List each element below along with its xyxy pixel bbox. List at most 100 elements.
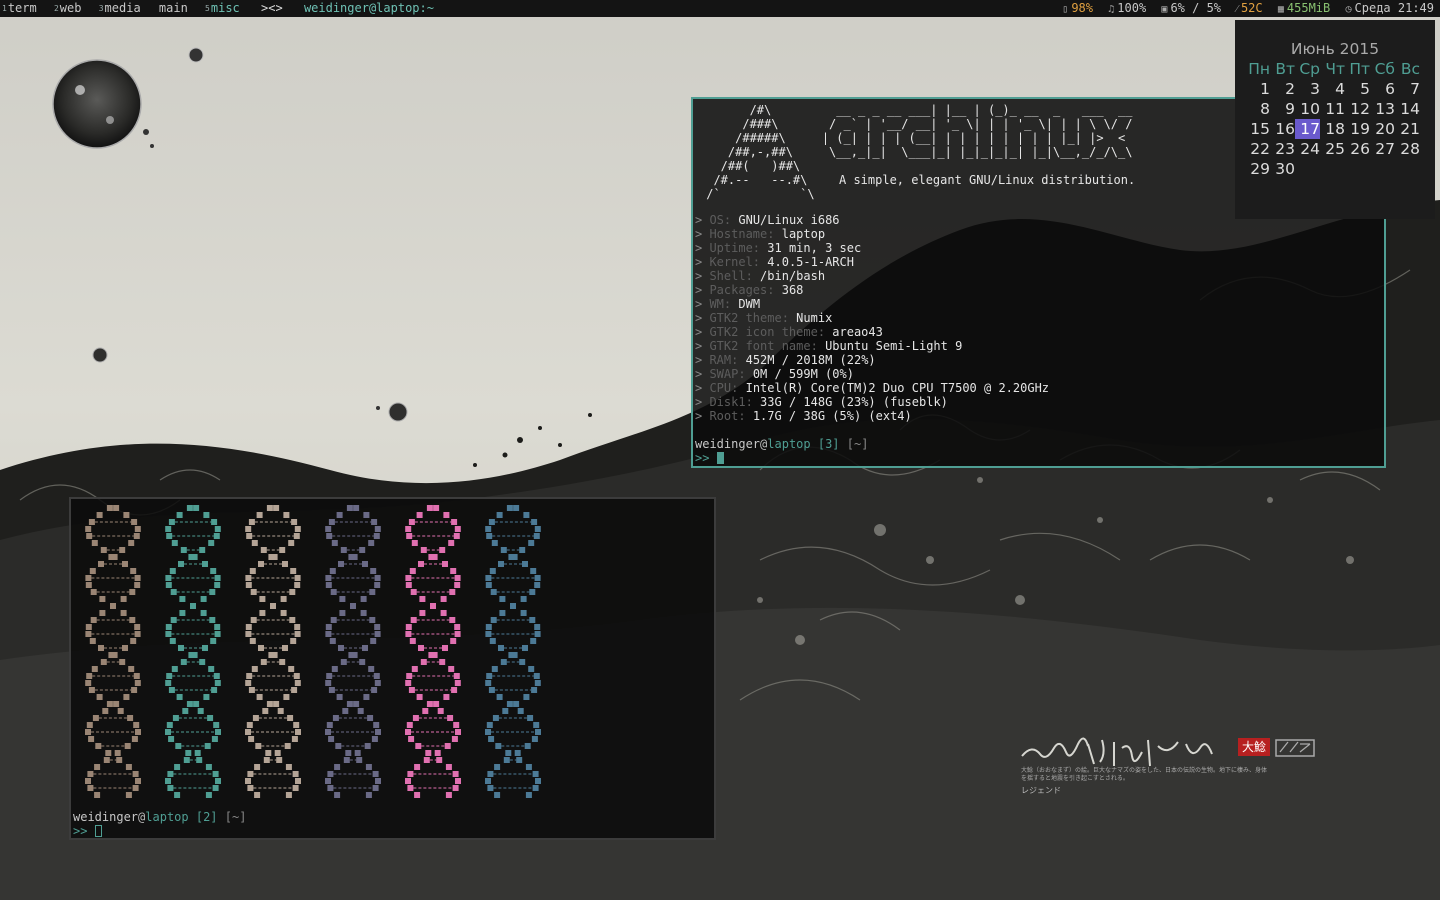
helix-strand-block — [451, 687, 458, 693]
helix-strand-block — [122, 561, 128, 567]
helix-strand-block — [119, 659, 126, 665]
command-input-line[interactable]: >> — [73, 824, 102, 838]
calendar-day: 8 — [1260, 100, 1270, 118]
helix-strand-block — [502, 708, 509, 714]
helix-strand-block — [203, 512, 210, 518]
helix-strand-block — [530, 638, 537, 644]
helix-strand-block — [499, 596, 506, 602]
clock-status[interactable]: ◷ Среда 21:49 — [1345, 1, 1434, 15]
helix-strand-block — [534, 631, 541, 637]
info-key: RAM: — [709, 353, 739, 367]
calendar-day: 5 — [1360, 80, 1370, 98]
stamp-text: 大鯰 — [1242, 739, 1266, 754]
calendar-day: 26 — [1350, 140, 1370, 158]
helix-strand-block — [336, 694, 343, 700]
helix-strand-block — [491, 540, 498, 546]
helix-strand-block — [374, 575, 381, 581]
calendar-day: 29 — [1250, 160, 1270, 178]
helix-strand-block — [357, 708, 364, 714]
helix-strand-block — [353, 701, 360, 707]
helix-strand-block — [334, 764, 341, 770]
helix-strand-block — [135, 778, 141, 784]
helix-strand-block — [124, 743, 131, 749]
helix-strand-block — [134, 631, 141, 637]
calendar-day: 22 — [1250, 140, 1270, 158]
helix-strand-block — [488, 736, 495, 742]
helix-strand-block — [249, 638, 256, 644]
calendar-weekday: Чт — [1325, 60, 1345, 78]
helix-strand-block — [213, 533, 220, 539]
helix-strand-block — [326, 533, 333, 539]
helix-strand-block — [271, 554, 278, 560]
tag-misc[interactable]: 5misc — [205, 1, 240, 15]
helix-strand-block — [215, 729, 221, 735]
helix-strand-block — [179, 596, 186, 602]
helix-strand-block — [175, 743, 182, 749]
terminal-helix[interactable]: weidinger@laptop [2] [~] >> — [69, 497, 716, 840]
helix-strand-block — [351, 554, 358, 560]
helix-strand-block — [134, 624, 141, 630]
helix-strand-block — [534, 575, 541, 581]
helix-strand-block — [522, 645, 528, 651]
tag-main[interactable]: main — [158, 1, 188, 15]
info-value: 452M / 2018M (22%) — [745, 353, 876, 367]
helix-strand-block — [332, 715, 339, 721]
calendar-weekday: Ср — [1299, 60, 1320, 78]
helix-strand-block — [328, 519, 335, 525]
helix-strand-block — [248, 519, 255, 525]
helix-strand-block — [165, 729, 171, 735]
system-info-row: > Hostname: laptop — [695, 227, 1049, 241]
helix-strand-block — [405, 729, 411, 735]
helix-strand-block — [345, 750, 352, 756]
command-input-line[interactable]: >> — [695, 451, 724, 465]
tag-term[interactable]: 1term — [2, 1, 37, 15]
helix-strand-block — [368, 540, 375, 546]
helix-strand-block — [519, 659, 526, 665]
signature-legend: レジェンド — [1021, 786, 1061, 795]
helix-strand-block — [135, 729, 141, 735]
helix-strand-block — [454, 680, 461, 686]
tag-web[interactable]: 2web — [54, 1, 82, 15]
helix-strand-block — [199, 659, 206, 665]
calendar-day: 28 — [1400, 140, 1420, 158]
helix-strand-block — [87, 785, 94, 791]
helix-strand-block — [346, 701, 353, 707]
helix-strand-block — [193, 505, 200, 511]
helix-strand-block — [372, 771, 379, 777]
helix-strand-block — [85, 680, 92, 686]
helix-strand-block — [165, 526, 172, 532]
calendar-weekday: Пт — [1349, 60, 1370, 78]
helix-strand-block — [202, 645, 208, 651]
helix-strand-block — [371, 519, 378, 525]
calendar-day: 7 — [1410, 80, 1420, 98]
system-info-list: > OS: GNU/Linux i686 > Hostname: laptop > … — [695, 213, 1049, 423]
helix-strand-block — [258, 561, 264, 567]
helix-strand-block — [405, 778, 411, 784]
helix-strand-block — [248, 687, 255, 693]
helix-strand-block — [200, 610, 207, 616]
tag-media[interactable]: 3media — [99, 1, 141, 15]
volume-status: ♫ 100% — [1108, 1, 1147, 15]
helix-strand-block — [130, 568, 137, 574]
helix-strand-block — [508, 652, 515, 658]
helix-strand-block — [525, 764, 532, 770]
helix-strand-block — [134, 680, 141, 686]
helix-strand-block — [282, 561, 288, 567]
helix-strand-block — [431, 554, 438, 560]
helix-strand-block — [256, 694, 263, 700]
info-key: Uptime: — [709, 241, 761, 255]
helix-strand-block — [374, 582, 381, 588]
helix-strand-block — [111, 554, 118, 560]
helix-strand-block — [165, 575, 172, 581]
helix-strand-block — [362, 645, 368, 651]
helix-strand-block — [449, 617, 456, 623]
helix-strand-block — [530, 568, 537, 574]
layout-indicator[interactable]: ><> — [261, 1, 283, 15]
helix-strand-block — [166, 533, 173, 539]
helix-strand-block — [85, 631, 92, 637]
helix-strand-block — [328, 736, 335, 742]
helix-strand-block — [180, 659, 187, 665]
helix-strand-block — [106, 505, 113, 511]
helix-strand-block — [193, 701, 200, 707]
system-info-row: > Packages: 368 — [695, 283, 1049, 297]
